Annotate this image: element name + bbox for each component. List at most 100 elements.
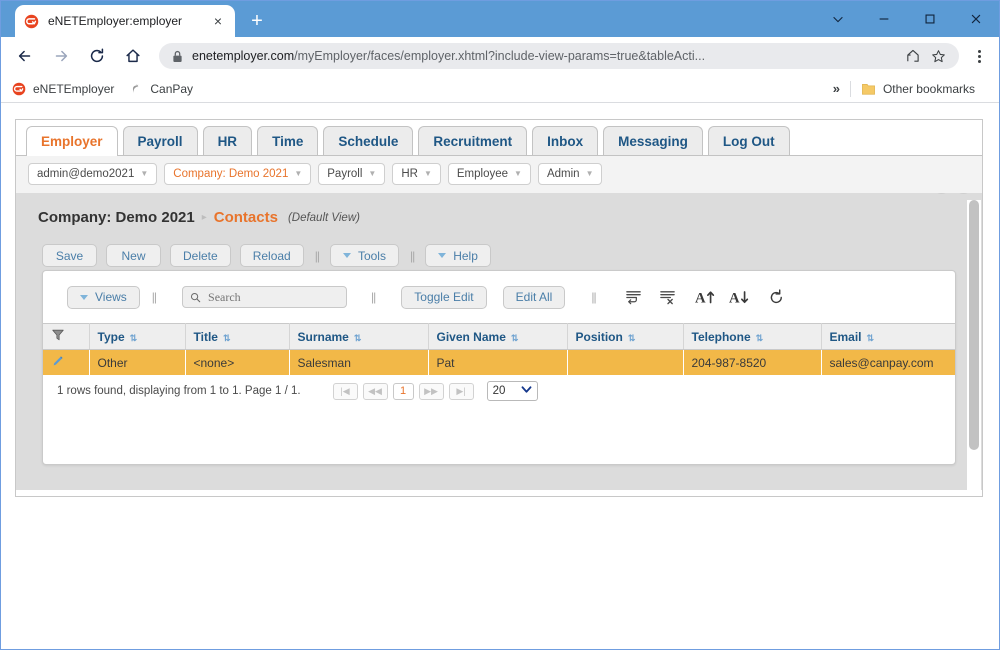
divider: || bbox=[151, 290, 157, 304]
sort-toggle-icon[interactable]: ⇅ bbox=[867, 333, 874, 343]
tab-log-out[interactable]: Log Out bbox=[707, 126, 790, 156]
sort-ascending-icon[interactable]: A bbox=[694, 286, 718, 308]
first-page-button[interactable]: |◀ bbox=[332, 382, 358, 400]
bookmark-canpay[interactable]: CanPay bbox=[128, 81, 193, 97]
browser-menu-icon[interactable] bbox=[965, 40, 993, 72]
sort-descending-icon[interactable]: A bbox=[728, 286, 752, 308]
delete-button[interactable]: Delete bbox=[170, 244, 231, 267]
cell-type[interactable]: Other bbox=[89, 349, 186, 376]
bookmarks-overflow-icon[interactable]: » bbox=[833, 81, 840, 96]
menu-admin[interactable]: Admin ▼ bbox=[537, 163, 603, 185]
menu-hr[interactable]: HR ▼ bbox=[392, 163, 441, 185]
column-label: Telephone bbox=[691, 329, 751, 344]
caret-down-icon bbox=[438, 253, 447, 258]
panel-scrollbar-thumb[interactable] bbox=[969, 200, 979, 450]
share-icon[interactable] bbox=[901, 45, 923, 67]
menu-label: Company: Demo 2021 bbox=[173, 168, 289, 180]
maximize-icon[interactable] bbox=[907, 1, 953, 37]
sort-toggle-icon[interactable]: ⇅ bbox=[130, 333, 137, 343]
cell-title[interactable]: <none> bbox=[185, 349, 290, 376]
new-tab-button[interactable]: + bbox=[243, 7, 271, 35]
tab-messaging[interactable]: Messaging bbox=[603, 126, 703, 156]
button-label: Delete bbox=[183, 248, 218, 263]
tab-employer[interactable]: Employer bbox=[26, 126, 118, 156]
back-icon[interactable] bbox=[9, 40, 41, 72]
panel-scrollbar[interactable] bbox=[967, 200, 981, 495]
cell-given-name[interactable]: Pat bbox=[428, 349, 568, 376]
filter-funnel-icon[interactable] bbox=[51, 329, 65, 345]
tab-payroll[interactable]: Payroll bbox=[122, 126, 198, 156]
row-edit-cell[interactable] bbox=[43, 349, 90, 376]
button-label: Help bbox=[453, 248, 478, 263]
column-header-email[interactable]: Email ⇅ bbox=[821, 323, 955, 350]
address-bar[interactable]: enetemployer.com/myEmployer/faces/employ… bbox=[159, 43, 959, 69]
home-icon[interactable] bbox=[117, 40, 149, 72]
tab-inbox[interactable]: Inbox bbox=[532, 126, 599, 156]
tab-search-chevron-down-icon[interactable] bbox=[815, 1, 861, 37]
page-size-select[interactable]: 20 bbox=[486, 381, 538, 401]
current-page-button[interactable]: 1 bbox=[392, 382, 414, 400]
tab-recruitment[interactable]: Recruitment bbox=[418, 126, 528, 156]
sort-toggle-icon[interactable]: ⇅ bbox=[511, 333, 518, 343]
toggle-edit-button[interactable]: Toggle Edit bbox=[401, 285, 487, 309]
browser-tab[interactable]: eNETEmployer:employer × bbox=[15, 5, 235, 37]
tab-time[interactable]: Time bbox=[257, 126, 319, 156]
previous-page-button[interactable]: ◀◀ bbox=[362, 382, 388, 400]
sort-toggle-icon[interactable]: ⇅ bbox=[756, 333, 763, 343]
delete-row-icon[interactable] bbox=[656, 286, 680, 308]
menu-admin-account[interactable]: admin@demo2021 ▼ bbox=[28, 163, 158, 185]
column-header-surname[interactable]: Surname ⇅ bbox=[289, 323, 429, 350]
close-window-icon[interactable] bbox=[953, 1, 999, 37]
column-header-telephone[interactable]: Telephone ⇅ bbox=[683, 323, 822, 350]
next-page-button[interactable]: ▶▶ bbox=[418, 382, 444, 400]
filter-column-header[interactable] bbox=[43, 323, 90, 350]
button-label: Tools bbox=[357, 248, 386, 263]
table-row[interactable]: Other <none> Salesman Pat 204-987-8520 s… bbox=[43, 349, 955, 376]
column-label: Surname bbox=[297, 329, 349, 344]
save-button[interactable]: Save bbox=[42, 244, 97, 267]
canpay-logo-icon bbox=[128, 81, 144, 97]
new-button[interactable]: New bbox=[106, 244, 161, 267]
window-controls bbox=[815, 1, 999, 37]
tab-hr[interactable]: HR bbox=[202, 126, 253, 156]
cell-telephone[interactable]: 204-987-8520 bbox=[683, 349, 822, 376]
reload-icon[interactable] bbox=[81, 40, 113, 72]
menu-company[interactable]: Company: Demo 2021 ▼ bbox=[164, 163, 312, 185]
menu-employee[interactable]: Employee ▼ bbox=[447, 163, 531, 185]
search-field[interactable] bbox=[182, 286, 348, 308]
divider: || bbox=[314, 248, 320, 263]
cell-email[interactable]: sales@canpay.com bbox=[821, 349, 955, 376]
column-header-type[interactable]: Type ⇅ bbox=[89, 323, 186, 350]
column-header-title[interactable]: Title ⇅ bbox=[185, 323, 290, 350]
close-tab-icon[interactable]: × bbox=[209, 12, 227, 30]
other-bookmarks-button[interactable]: Other bookmarks bbox=[861, 81, 975, 97]
edit-pencil-icon[interactable] bbox=[51, 356, 65, 371]
search-input[interactable] bbox=[206, 288, 340, 306]
bookmark-star-icon[interactable] bbox=[927, 45, 949, 67]
refresh-icon[interactable] bbox=[765, 286, 789, 308]
bookmark-enetemployer[interactable]: eNETEmployer bbox=[11, 81, 114, 97]
column-label: Email bbox=[829, 329, 862, 344]
tab-schedule[interactable]: Schedule bbox=[323, 126, 414, 156]
last-page-button[interactable]: ▶| bbox=[448, 382, 474, 400]
sort-toggle-icon[interactable]: ⇅ bbox=[628, 333, 635, 343]
divider: || bbox=[591, 290, 596, 304]
browser-tab-title: eNETEmployer:employer bbox=[48, 14, 183, 28]
minimize-icon[interactable] bbox=[861, 1, 907, 37]
sort-toggle-icon[interactable]: ⇅ bbox=[223, 333, 230, 343]
column-header-position[interactable]: Position ⇅ bbox=[567, 323, 684, 350]
cell-position[interactable] bbox=[567, 349, 684, 376]
cell-surname[interactable]: Salesman bbox=[289, 349, 429, 376]
tools-button[interactable]: Tools bbox=[329, 244, 399, 267]
sort-toggle-icon[interactable]: ⇅ bbox=[354, 333, 361, 343]
menu-payroll[interactable]: Payroll ▼ bbox=[318, 163, 386, 185]
breadcrumb-page[interactable]: Contacts bbox=[214, 209, 278, 226]
edit-all-button[interactable]: Edit All bbox=[502, 285, 566, 309]
bookmark-label: CanPay bbox=[150, 81, 194, 96]
column-header-given-name[interactable]: Given Name ⇅ bbox=[428, 323, 568, 350]
reload-button[interactable]: Reload bbox=[239, 244, 304, 267]
help-button[interactable]: Help bbox=[425, 244, 491, 267]
insert-row-icon[interactable] bbox=[622, 286, 646, 308]
views-button[interactable]: Views bbox=[67, 285, 140, 309]
forward-icon[interactable] bbox=[45, 40, 77, 72]
